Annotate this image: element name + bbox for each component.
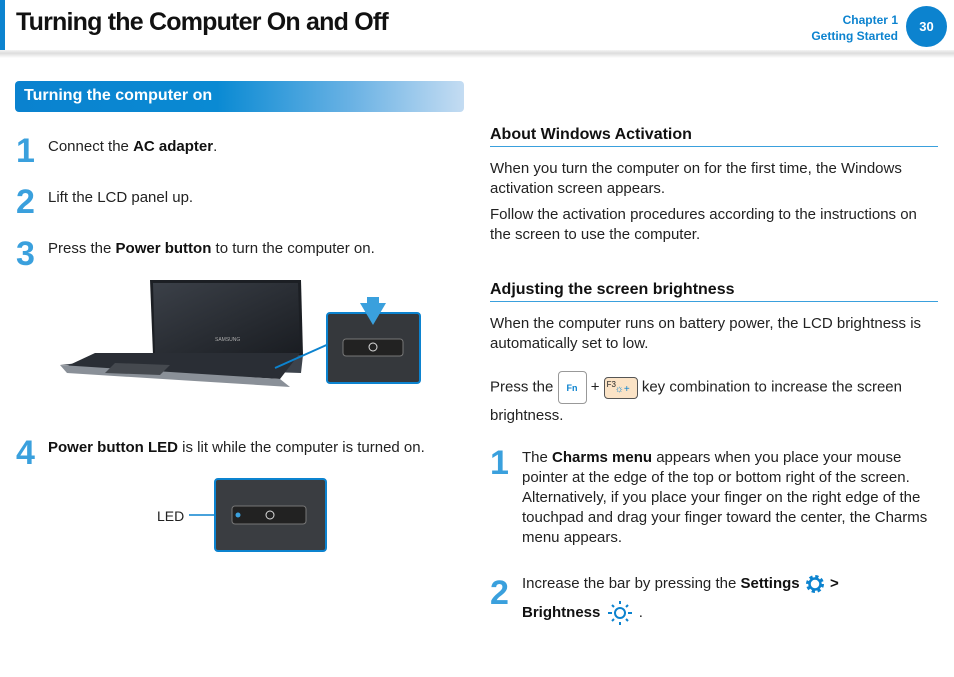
- page-title: Turning the Computer On and Off: [16, 8, 389, 36]
- step-number: 1: [490, 444, 509, 482]
- page-number-badge: 30: [906, 6, 947, 47]
- header-divider: [0, 50, 954, 58]
- activation-paragraph: Follow the activation procedures accordi…: [490, 206, 917, 243]
- step-number: 2: [490, 574, 509, 612]
- step-text: Lift the LCD panel up.: [48, 189, 194, 206]
- led-label: LED: [157, 508, 185, 524]
- brightness-up-icon: ☼+: [614, 383, 630, 395]
- activation-paragraph: When you turn the computer on for the fi…: [490, 160, 902, 197]
- step-text: Connect the AC adapter.: [48, 138, 218, 155]
- step-text: Increase the bar by pressing the Setting…: [522, 573, 942, 595]
- chapter-number: Chapter 1: [842, 13, 898, 27]
- f3-brightness-key: F3 ☼+: [603, 376, 638, 399]
- chapter-name: Getting Started: [811, 29, 898, 43]
- step-text: Press the Power button to turn the compu…: [48, 240, 375, 257]
- step-text: Power button LED is lit while the comput…: [48, 439, 425, 456]
- laptop-illustration: SAMSUNG: [60, 280, 421, 387]
- brightness-paragraph: When the computer runs on battery power,…: [490, 315, 922, 352]
- step-number: 3: [16, 235, 35, 273]
- brightness-icon: [607, 601, 632, 625]
- step-text-continued: Brightness .: [522, 600, 643, 626]
- accent-bar: [0, 0, 5, 52]
- power-led-illustration: [189, 478, 327, 552]
- step-text: The Charms menu appears when you place y…: [522, 449, 928, 546]
- step-number: 1: [16, 132, 35, 170]
- step-number: 4: [16, 434, 35, 472]
- key-combination-text-end: brightness.: [490, 407, 564, 424]
- step-number: 2: [16, 183, 35, 221]
- activation-heading: About Windows Activation: [490, 126, 938, 147]
- fn-key: Fn: [557, 371, 587, 404]
- laptop-brand: SAMSUNG: [215, 337, 240, 343]
- chapter-label: Chapter 1 Getting Started: [811, 12, 898, 44]
- settings-gear-icon: [805, 575, 824, 593]
- manual-page: Turning the Computer On and Off Chapter …: [0, 0, 954, 677]
- section-title: Turning the computer on: [24, 87, 213, 104]
- key-combination-text: Press the Fn + F3 ☼+ key combination to i…: [490, 371, 940, 404]
- brightness-heading: Adjusting the screen brightness: [490, 281, 938, 302]
